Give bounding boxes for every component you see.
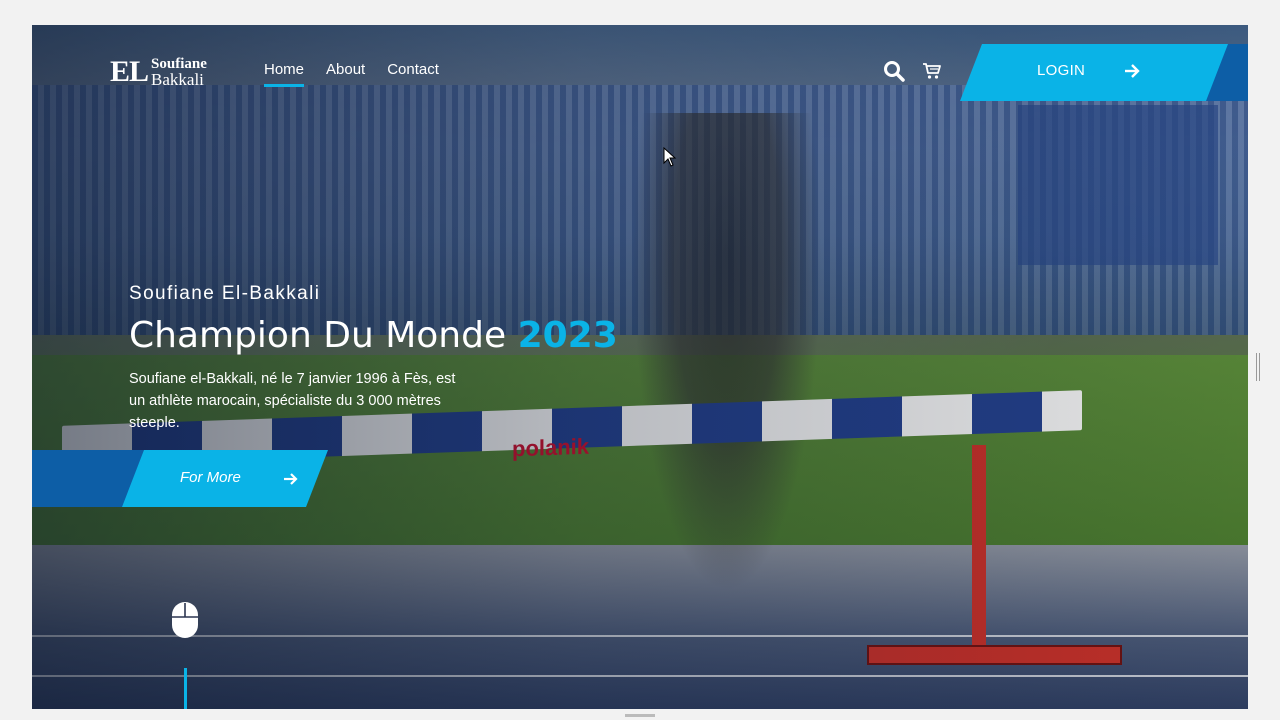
cart-icon[interactable] xyxy=(922,61,942,81)
main-nav: Home About Contact xyxy=(264,61,439,87)
nav-link-contact[interactable]: Contact xyxy=(387,61,439,87)
scroll-indicator-line xyxy=(184,668,187,709)
headline-year: 2023 xyxy=(517,315,618,356)
nav-link-home[interactable]: Home xyxy=(264,61,305,87)
nav-link-about[interactable]: About xyxy=(326,61,365,87)
for-more-button[interactable]: For More xyxy=(32,450,328,507)
hero-section: polanik xyxy=(32,25,1248,709)
site-logo[interactable]: EL Soufiane Bakkali xyxy=(110,55,207,89)
hero-description: Soufiane el-Bakkali, né le 7 janvier 199… xyxy=(129,371,456,431)
login-button[interactable]: LOGIN xyxy=(960,44,1248,101)
mouse-scroll-icon[interactable] xyxy=(171,601,199,639)
bottom-resize-handle[interactable] xyxy=(625,714,655,717)
headline-text: Champion Du Monde xyxy=(129,315,507,356)
arrow-right-icon xyxy=(284,473,298,485)
mouse-cursor-icon xyxy=(663,147,677,167)
scrollbar-grip[interactable] xyxy=(1256,353,1260,381)
hero-overlay xyxy=(32,25,1248,709)
login-label: LOGIN xyxy=(1037,62,1086,79)
hero-headline: Champion Du Monde 2023 xyxy=(129,315,618,356)
logo-name: Soufiane Bakkali xyxy=(151,57,207,89)
login-button-bg xyxy=(960,44,1232,101)
logo-last-name: Bakkali xyxy=(151,70,204,89)
hero-subtitle: Soufiane El-Bakkali xyxy=(129,283,321,304)
search-icon[interactable] xyxy=(882,59,906,83)
logo-initials: EL xyxy=(110,55,149,88)
arrow-right-icon xyxy=(1125,64,1140,78)
for-more-label: For More xyxy=(180,469,241,486)
